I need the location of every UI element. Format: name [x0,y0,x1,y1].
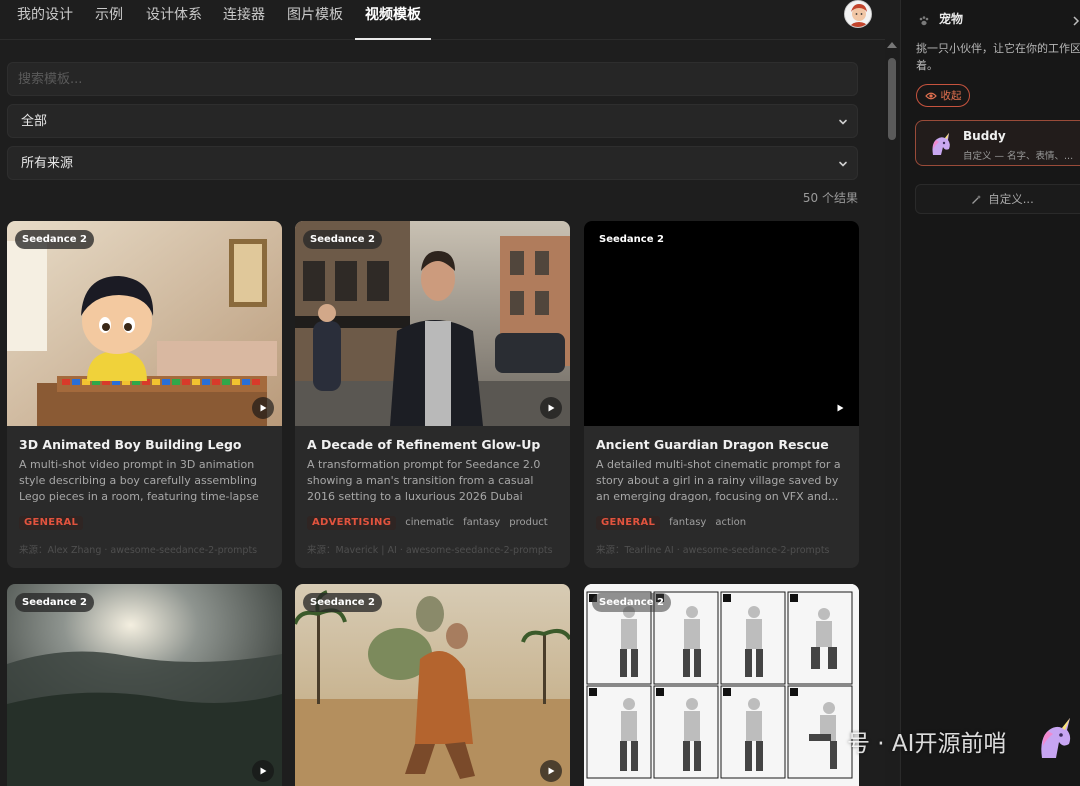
model-badge: Seedance 2 [15,593,94,612]
category-tag[interactable]: GENERAL [596,516,661,530]
customize-button-label: 自定义... [988,192,1034,206]
chevron-down-icon [833,105,853,139]
model-badge: Seedance 2 [592,593,671,612]
tab-image-templates[interactable]: 图片模板 [287,0,343,40]
card-tags: GENERAL [19,516,84,530]
video-thumbnail[interactable]: Seedance 2 [295,221,570,426]
category-select[interactable]: 全部 [7,104,858,138]
video-thumbnail[interactable]: Seedance 2 [584,221,859,426]
card-description: A detailed multi-shot cinematic prompt f… [596,458,841,503]
card-tag[interactable]: action [715,516,746,530]
collapse-button-label: 收起 [940,90,962,102]
card-tag[interactable]: cinematic [405,516,454,530]
scroll-up-arrow-icon[interactable] [887,42,897,48]
unicorn-watermark-icon [1034,712,1078,764]
card-source: 来源：Alex Zhang · awesome-seedance-2-promp… [19,545,258,556]
scrollbar[interactable] [885,40,899,786]
template-card[interactable]: Seedance 2 Ancient Guardian Dragon Rescu… [584,221,859,568]
tab-my-designs[interactable]: 我的设计 [17,0,73,40]
card-title: 3D Animated Boy Building Lego [19,437,242,452]
play-icon[interactable] [252,397,274,419]
play-icon[interactable] [829,397,851,419]
chevron-down-icon [833,147,853,181]
tab-video-templates[interactable]: 视频模板 [355,0,431,40]
card-tags: GENERAL fantasy action [596,516,746,530]
template-card[interactable]: Seedance 2 [295,584,570,786]
card-tag[interactable]: fantasy [669,516,706,530]
card-title: A Decade of Refinement Glow-Up [307,437,541,452]
model-badge: Seedance 2 [303,230,382,249]
template-card[interactable]: Seedance 2 [584,584,859,786]
video-thumbnail[interactable]: Seedance 2 [584,584,859,786]
search-input[interactable] [8,63,857,95]
wand-icon [972,194,982,204]
tab-connectors[interactable]: 连接器 [223,0,265,40]
card-title: Ancient Guardian Dragon Rescue [596,437,829,452]
card-description: A multi-shot video prompt in 3D animatio… [19,458,259,503]
tab-examples[interactable]: 示例 [95,0,123,40]
play-icon[interactable] [540,760,562,782]
paw-icon [918,12,930,31]
video-thumbnail[interactable]: Seedance 2 [7,221,282,426]
play-icon[interactable] [540,397,562,419]
scrollbar-thumb[interactable] [888,58,896,140]
play-icon[interactable] [252,760,274,782]
model-badge: Seedance 2 [599,234,664,245]
category-select-value: 全部 [21,114,48,129]
watermark-text: 号 · AI开源前哨 [847,731,1007,757]
results-count: 50 个结果 [802,191,858,205]
category-tag[interactable]: ADVERTISING [307,516,397,530]
model-badge: Seedance 2 [15,230,94,249]
customize-button[interactable]: 自定义... [915,184,1080,214]
buddy-pet-card[interactable]: Buddy 自定义 — 名字、表情、... [915,120,1080,166]
eye-icon [924,92,937,99]
unicorn-icon [927,129,955,161]
collapse-button[interactable]: 收起 [916,84,970,107]
buddy-subtitle: 自定义 — 名字、表情、... [963,151,1074,162]
card-description: A transformation prompt for Seedance 2.0… [307,458,541,503]
panel-header: 宠物 [901,0,1080,36]
card-source: 来源：Maverick | AI · awesome-seedance-2-pr… [307,545,553,556]
template-card[interactable]: Seedance 2 3D Animated Boy Building Lego… [7,221,282,568]
panel-description: 挑一只小伙伴，让它在你的工作区着。 [916,42,1080,72]
avatar[interactable] [844,0,872,28]
chevron-right-icon[interactable] [1071,12,1080,31]
pet-panel: 宠物 挑一只小伙伴，让它在你的工作区着。 收起 [900,0,1080,786]
video-thumbnail[interactable]: Seedance 2 [295,584,570,786]
template-card[interactable]: Seedance 2 A Decade of Refinement Glow-U… [295,221,570,568]
avatar-face-icon [845,1,871,27]
panel-title: 宠物 [939,12,964,26]
card-source: 来源：Tearline AI · awesome-seedance-2-prom… [596,545,830,556]
search-field[interactable] [7,62,858,96]
top-nav: 我的设计 示例 设计体系 连接器 图片模板 视频模板 [0,0,885,40]
category-tag[interactable]: GENERAL [19,516,84,530]
card-tag[interactable]: fantasy [463,516,500,530]
template-card[interactable]: Seedance 2 [7,584,282,786]
card-tag[interactable]: product [509,516,547,530]
model-badge: Seedance 2 [303,593,382,612]
buddy-name: Buddy [963,129,1006,143]
source-select-value: 所有来源 [21,156,74,171]
tab-design-system[interactable]: 设计体系 [146,0,202,40]
video-thumbnail[interactable]: Seedance 2 [7,584,282,786]
card-tags: ADVERTISING cinematic fantasy product [307,516,548,530]
source-select[interactable]: 所有来源 [7,146,858,180]
